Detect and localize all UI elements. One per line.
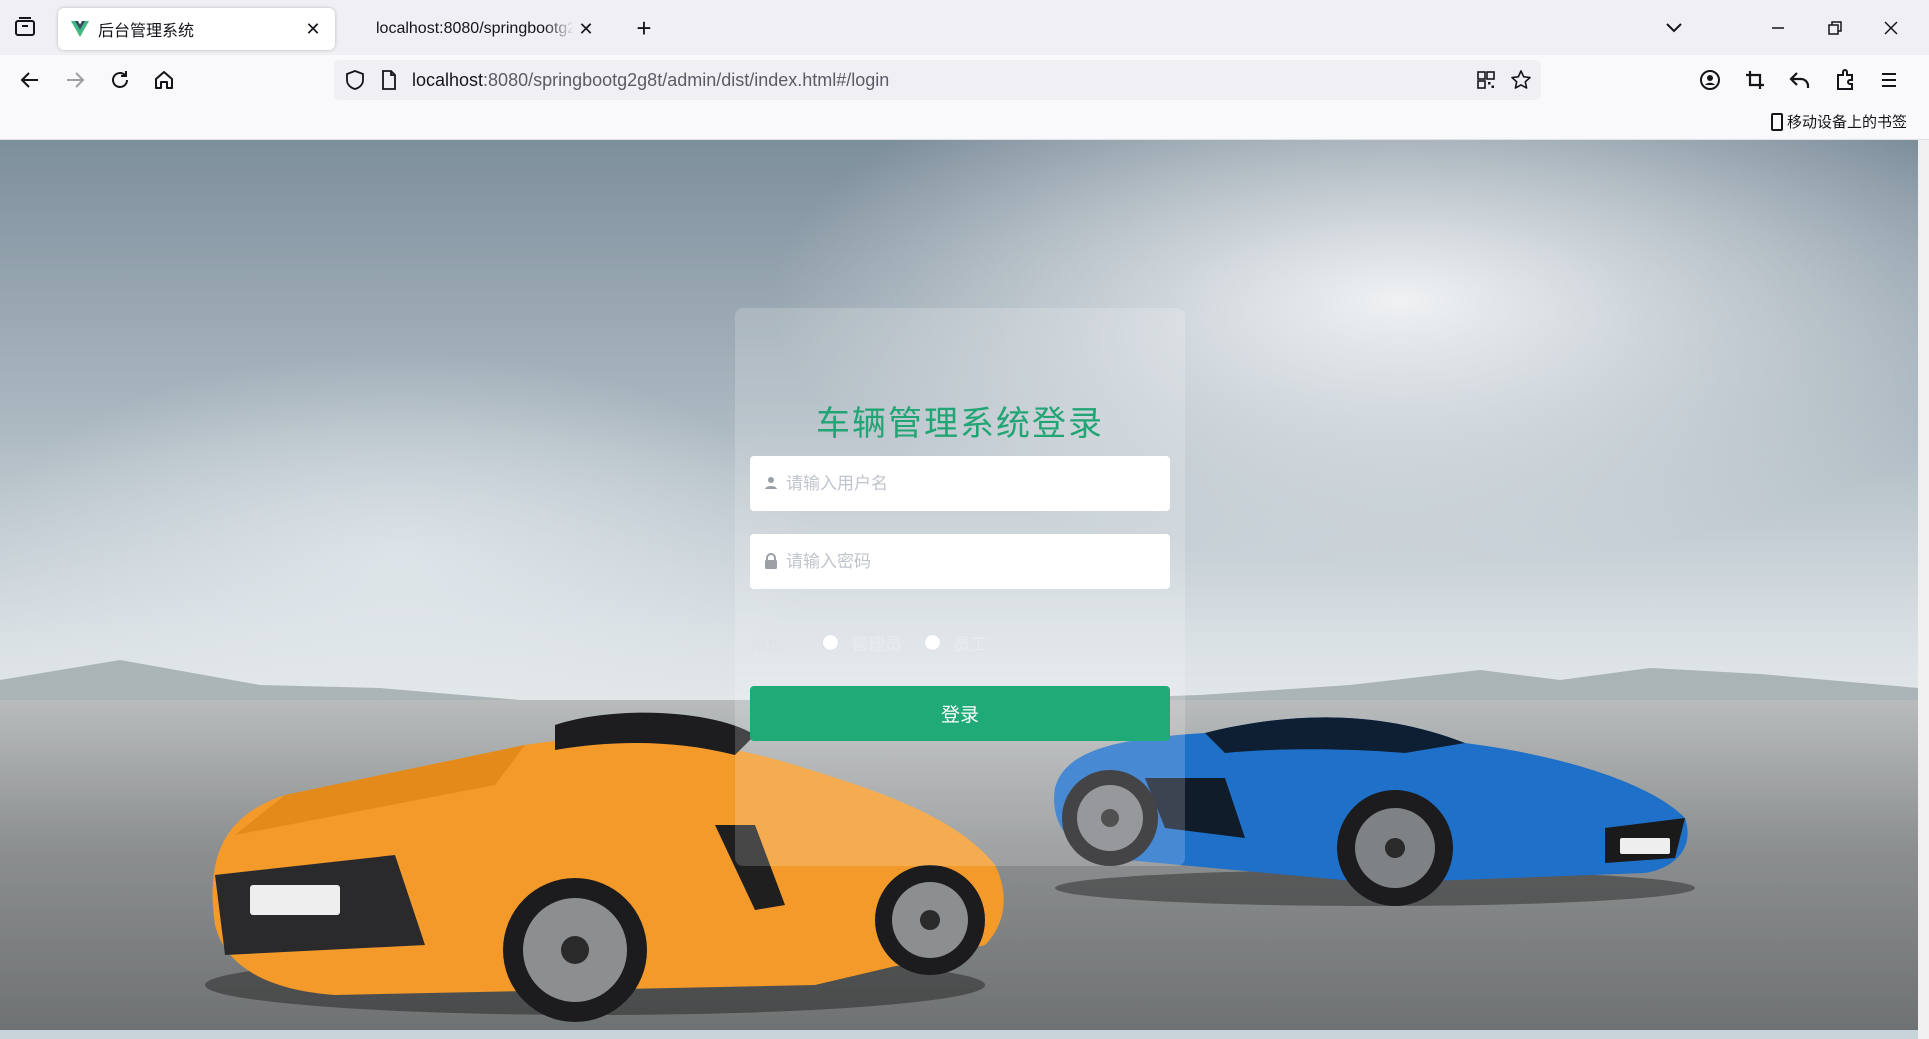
tab-title: localhost:8080/springbootg2g8t/admin/dis… (376, 20, 574, 37)
restore-icon[interactable] (1817, 10, 1853, 46)
menu-icon[interactable] (1874, 65, 1904, 95)
bookmark-star-icon[interactable] (1510, 69, 1532, 91)
radio-circle[interactable] (822, 633, 839, 651)
password-input[interactable] (786, 534, 1156, 589)
mobile-bookmarks-label: 移动设备上的书签 (1786, 114, 1907, 131)
username-field[interactable] (750, 456, 1170, 511)
mobile-bookmarks[interactable]: 移动设备上的书签 (1770, 111, 1907, 132)
role-radio-label: 员工 (953, 634, 987, 655)
vue-logo-icon (71, 21, 89, 37)
close-tab-icon[interactable]: ✕ (574, 17, 598, 41)
close-window-icon[interactable] (1873, 10, 1909, 46)
tab-list-icon[interactable] (14, 16, 36, 38)
undo-arrow-icon[interactable] (1785, 65, 1815, 95)
back-icon[interactable] (15, 65, 45, 95)
tab-localhost[interactable]: localhost:8080/springbootg2g8t/admin/dis… (360, 8, 608, 50)
tab-bar: 后台管理系统 ✕ localhost:8080/springbootg2g8t/… (0, 0, 1929, 55)
radio-circle[interactable] (924, 633, 941, 651)
url-bar[interactable]: localhost:8080/springbootg2g8t/admin/dis… (334, 60, 1541, 100)
qr-code-icon[interactable] (1475, 69, 1497, 91)
url-host: localhost (412, 70, 484, 90)
screenshot-crop-icon[interactable] (1740, 65, 1770, 95)
mobile-device-icon (1770, 112, 1783, 131)
page-viewport: 车辆管理系统登录 角色 管理员 员工 (0, 140, 1918, 1030)
extensions-icon[interactable] (1830, 65, 1860, 95)
reload-icon[interactable] (105, 65, 135, 95)
username-input[interactable] (786, 456, 1156, 511)
url-text[interactable]: localhost:8080/springbootg2g8t/admin/dis… (412, 70, 889, 91)
role-radio-admin[interactable]: 管理员 (822, 630, 902, 655)
url-path: :8080/springbootg2g8t/admin/dist/index.h… (483, 70, 890, 90)
list-all-tabs-icon[interactable] (1656, 10, 1692, 46)
navigation-bar: localhost:8080/springbootg2g8t/admin/dis… (0, 55, 1929, 105)
tab-admin-system[interactable]: 后台管理系统 ✕ (58, 8, 335, 50)
password-field[interactable] (750, 534, 1170, 589)
role-radio-label: 管理员 (851, 634, 902, 655)
close-tab-icon[interactable]: ✕ (301, 17, 325, 41)
login-panel: 车辆管理系统登录 角色 管理员 员工 (735, 308, 1185, 866)
lock-icon (765, 553, 777, 569)
tab-title: 后台管理系统 (98, 23, 195, 40)
role-selector: 角色 管理员 员工 (750, 630, 1170, 655)
taskbar-edge (0, 1030, 1918, 1039)
role-label: 角色 (750, 634, 784, 655)
user-icon (765, 477, 777, 489)
minimize-icon[interactable] (1760, 10, 1796, 46)
page-info-icon[interactable] (378, 69, 400, 91)
login-button[interactable]: 登录 (750, 686, 1170, 741)
account-icon[interactable] (1695, 65, 1725, 95)
forward-icon[interactable] (60, 65, 90, 95)
login-title: 车辆管理系统登录 (816, 404, 1104, 444)
home-icon[interactable] (149, 65, 179, 95)
vertical-scrollbar[interactable] (1918, 140, 1929, 1039)
bookmarks-bar: 移动设备上的书签 (0, 105, 1929, 140)
shield-icon[interactable] (344, 69, 366, 91)
new-tab-button[interactable]: + (630, 13, 658, 43)
role-radio-staff[interactable]: 员工 (924, 630, 987, 655)
